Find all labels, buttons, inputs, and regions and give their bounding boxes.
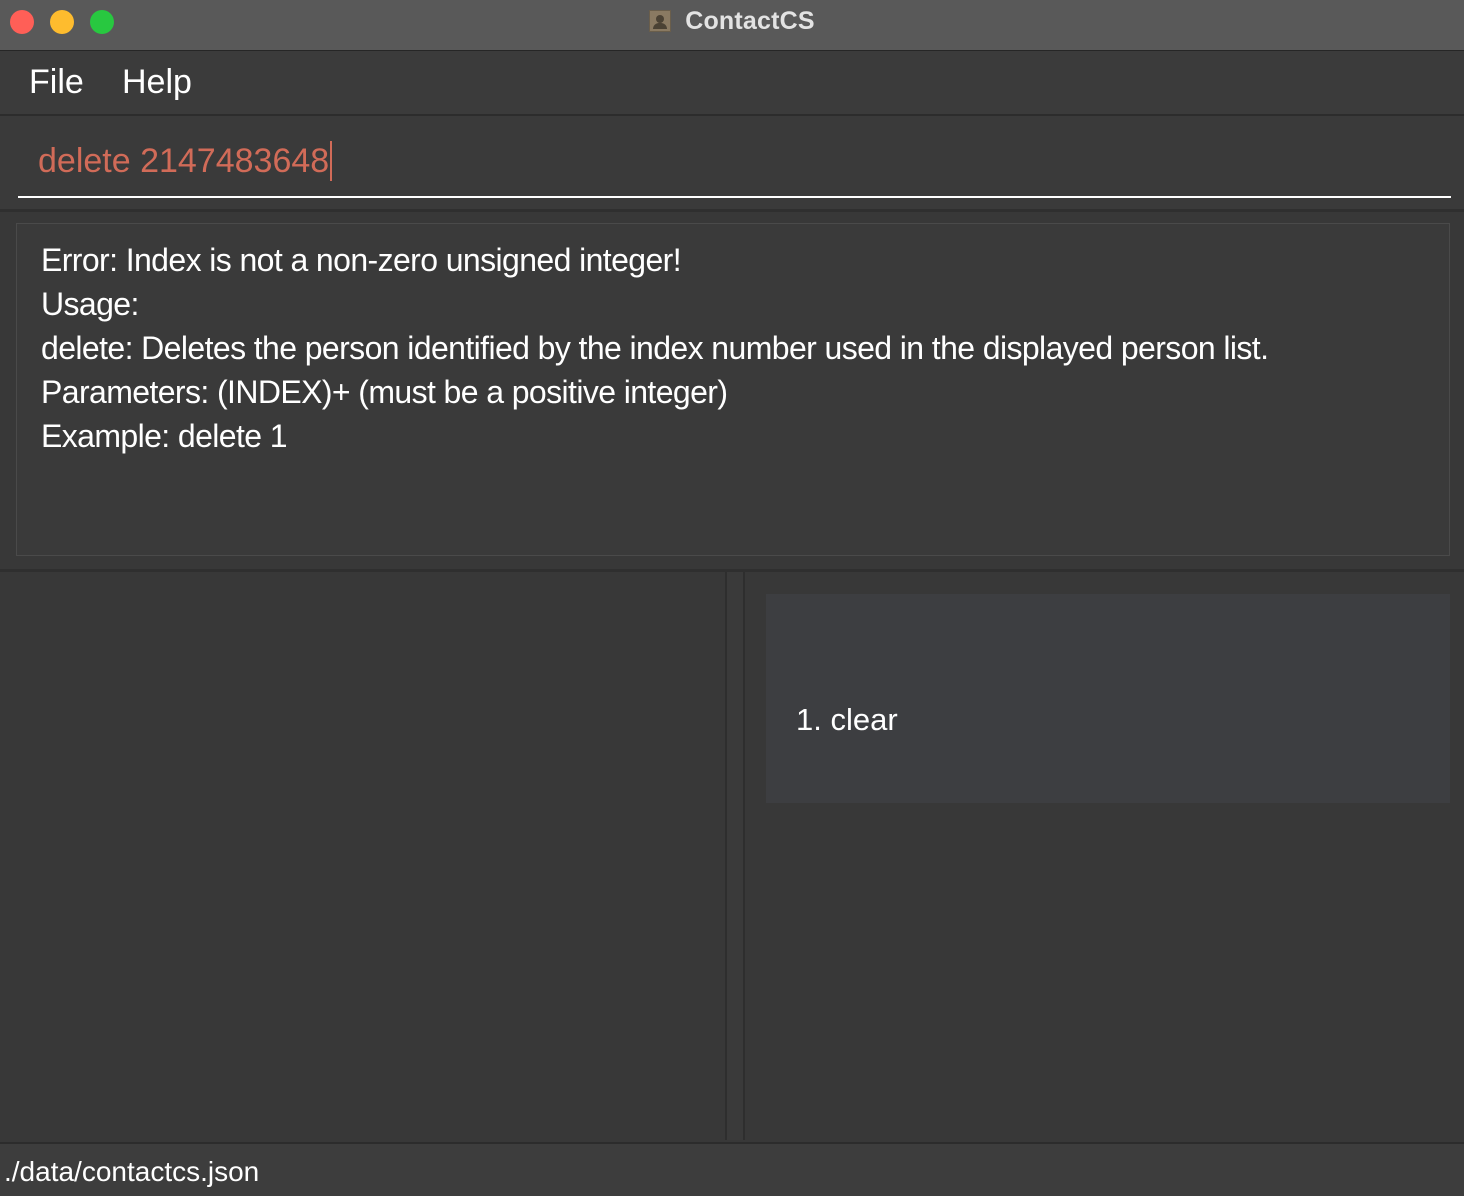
person-list-panel[interactable] xyxy=(0,572,727,1140)
contacts-app-icon xyxy=(649,10,672,32)
window-title-group: ContactCS xyxy=(0,0,1464,42)
title-bar: ContactCS xyxy=(0,0,1464,51)
menu-help[interactable]: Help xyxy=(122,63,192,102)
text-caret xyxy=(330,141,333,181)
result-line: Parameters: (INDEX)+ (must be a positive… xyxy=(41,374,728,410)
command-input-text: delete 2147483648 xyxy=(38,141,333,181)
result-line: delete: Deletes the person identified by… xyxy=(41,330,1269,366)
menu-bar: File Help xyxy=(0,51,1464,116)
command-value: delete 2147483648 xyxy=(38,141,330,180)
status-bar: ./data/contactcs.json xyxy=(0,1142,1464,1196)
result-line: Example: delete 1 xyxy=(41,418,288,454)
pane-divider[interactable] xyxy=(727,572,745,1140)
result-text: Error: Index is not a non-zero unsigned … xyxy=(41,238,1269,458)
menu-file[interactable]: File xyxy=(29,63,84,102)
command-history-panel: 1. clear xyxy=(745,572,1464,1140)
result-line: Error: Index is not a non-zero unsigned … xyxy=(41,242,682,278)
result-display-area: Error: Index is not a non-zero unsigned … xyxy=(0,212,1464,572)
result-line: Usage: xyxy=(41,286,139,322)
app-window: ContactCS File Help delete 2147483648 Er… xyxy=(0,0,1464,1196)
window-title: ContactCS xyxy=(685,6,815,35)
history-item-text: 1. clear xyxy=(796,702,898,737)
result-display[interactable]: Error: Index is not a non-zero unsigned … xyxy=(16,223,1450,556)
save-file-path: ./data/contactcs.json xyxy=(4,1156,260,1187)
history-list-item[interactable]: 1. clear xyxy=(766,594,1450,803)
command-box-area: delete 2147483648 xyxy=(0,116,1464,212)
command-input[interactable]: delete 2147483648 xyxy=(18,116,1451,198)
